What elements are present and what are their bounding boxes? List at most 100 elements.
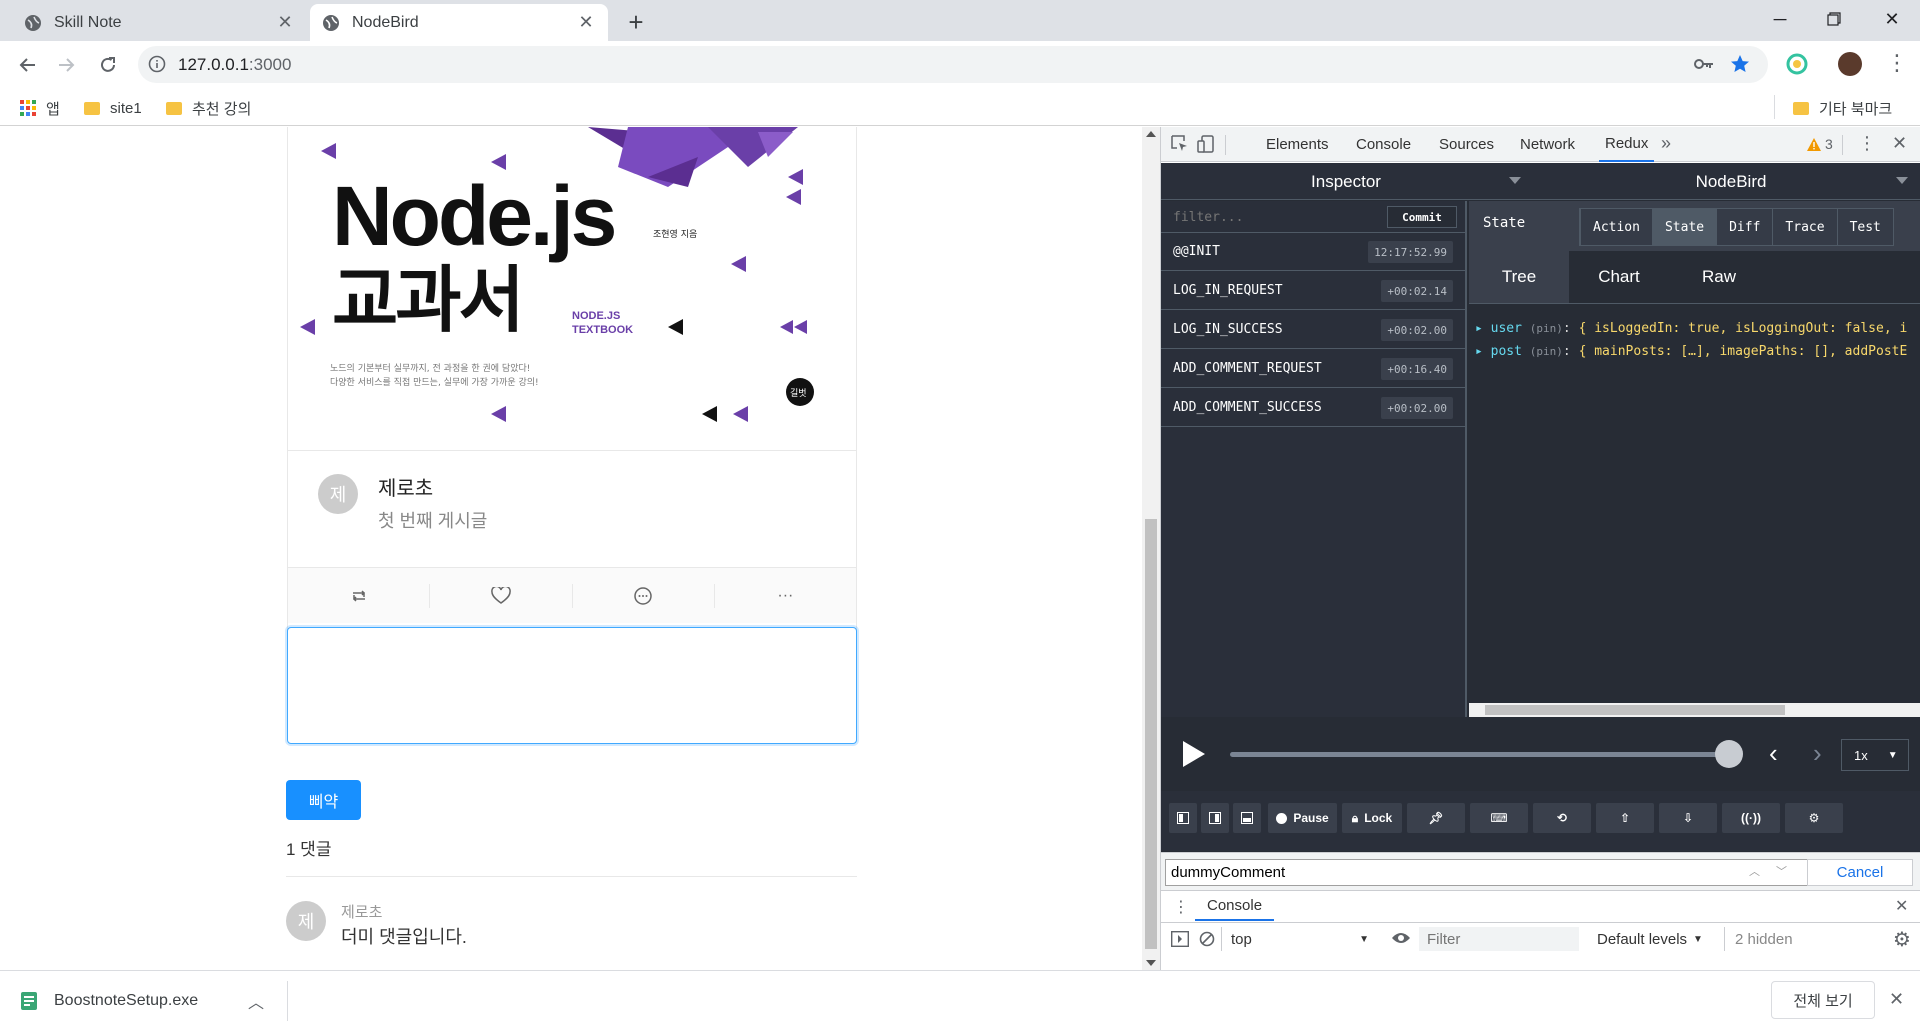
play-icon[interactable]: [1183, 741, 1205, 767]
page-scrollbar[interactable]: [1142, 127, 1160, 970]
retweet-button[interactable]: [288, 583, 431, 608]
settings-button[interactable]: ⚙: [1785, 803, 1843, 833]
tab-skill-note[interactable]: Skill Note ✕: [12, 4, 307, 41]
tab-test[interactable]: Test: [1836, 209, 1893, 245]
warnings-badge[interactable]: 3: [1807, 136, 1833, 152]
cancel-search-button[interactable]: Cancel: [1807, 859, 1913, 886]
tab-trace[interactable]: Trace: [1772, 209, 1837, 245]
time-slider[interactable]: [1230, 752, 1733, 757]
close-icon[interactable]: ✕: [576, 12, 596, 33]
bookmark-site1[interactable]: site1: [84, 95, 142, 121]
bookmark-recommended[interactable]: 추천 강의: [166, 95, 251, 121]
menu-kebab-icon[interactable]: ⋮: [1886, 51, 1908, 75]
slider-handle[interactable]: [1715, 740, 1743, 768]
post-image[interactable]: Node.js 교과서 조현영 지음 NODE.JS TEXTBOOK 노드의 …: [287, 127, 857, 451]
search-input[interactable]: [1165, 859, 1820, 886]
close-icon[interactable]: ✕: [1889, 989, 1904, 1010]
minimize-button[interactable]: ─: [1752, 0, 1808, 38]
chevron-down-icon[interactable]: [1509, 177, 1521, 184]
tab-raw[interactable]: Raw: [1669, 251, 1769, 303]
levels-select[interactable]: Default levels ▼: [1597, 927, 1703, 951]
export-button[interactable]: ⇧: [1596, 803, 1654, 833]
avatar[interactable]: 제: [286, 901, 326, 941]
import-button[interactable]: ⇩: [1659, 803, 1717, 833]
gear-icon[interactable]: ⚙: [1893, 927, 1911, 952]
action-item[interactable]: ADD_COMMENT_REQUEST +00:16.40: [1161, 350, 1465, 388]
tree-node-user[interactable]: ▸ user (pin): { isLoggedIn: true, isLogg…: [1475, 321, 1907, 336]
star-icon[interactable]: [1730, 54, 1750, 74]
dock-bottom-button[interactable]: [1233, 803, 1261, 833]
chevron-up-icon[interactable]: ︿: [248, 989, 264, 1013]
devtools-menu-icon[interactable]: ⋮: [1858, 133, 1876, 154]
avatar[interactable]: 제: [318, 474, 358, 514]
show-all-button[interactable]: 전체 보기: [1771, 981, 1875, 1019]
dock-right-button[interactable]: [1201, 803, 1229, 833]
tab-nodebird[interactable]: NodeBird ✕: [310, 4, 608, 41]
tab-redux[interactable]: Redux: [1599, 127, 1655, 162]
more-tabs-icon[interactable]: »: [1661, 133, 1671, 154]
scroll-down-icon[interactable]: [1146, 960, 1156, 966]
lock-button[interactable]: 🔒︎ Lock: [1342, 803, 1402, 833]
bookmark-other[interactable]: 기타 북마크: [1793, 95, 1892, 121]
close-icon[interactable]: ✕: [275, 12, 295, 33]
tab-state[interactable]: State: [1651, 209, 1717, 245]
drawer-menu-icon[interactable]: ⋮: [1173, 897, 1189, 917]
tab-tree[interactable]: Tree: [1469, 251, 1569, 303]
restore-button[interactable]: [1806, 0, 1862, 38]
close-devtools-icon[interactable]: ✕: [1892, 133, 1907, 154]
chevron-right-icon[interactable]: ›: [1813, 739, 1822, 767]
keyboard-button[interactable]: ⌨: [1470, 803, 1528, 833]
info-icon[interactable]: [148, 55, 166, 73]
submit-comment-button[interactable]: 삐약: [286, 780, 361, 820]
comment-input[interactable]: [287, 627, 857, 744]
commit-button[interactable]: Commit: [1387, 206, 1457, 228]
tab-diff[interactable]: Diff: [1716, 209, 1773, 245]
device-toolbar-icon[interactable]: [1197, 135, 1215, 153]
scroll-up-icon[interactable]: [1146, 131, 1156, 137]
close-window-button[interactable]: ✕: [1864, 0, 1920, 38]
remote-button[interactable]: ((·)): [1722, 803, 1780, 833]
comment-button[interactable]: [573, 583, 715, 608]
horizontal-scrollbar[interactable]: [1469, 703, 1920, 717]
scrollbar-thumb[interactable]: [1145, 519, 1157, 949]
tab-network[interactable]: Network: [1520, 127, 1575, 162]
action-item[interactable]: LOG_IN_SUCCESS +00:02.00: [1161, 311, 1465, 349]
persist-button[interactable]: ⟲: [1533, 803, 1591, 833]
action-item[interactable]: LOG_IN_REQUEST +00:02.14: [1161, 272, 1465, 310]
download-item[interactable]: BoostnoteSetup.exe: [20, 989, 198, 1013]
sidebar-toggle-icon[interactable]: [1171, 931, 1189, 947]
forward-button[interactable]: [50, 49, 82, 81]
tab-chart[interactable]: Chart: [1569, 251, 1669, 303]
close-drawer-icon[interactable]: ✕: [1895, 896, 1908, 916]
scrollbar-thumb[interactable]: [1485, 705, 1785, 715]
filter-input[interactable]: [1161, 201, 1381, 233]
console-filter-input[interactable]: [1419, 927, 1579, 951]
tab-console[interactable]: Console: [1356, 127, 1411, 162]
address-bar[interactable]: 127.0.0.1:3000: [138, 46, 1768, 83]
pin-button[interactable]: 📌︎: [1407, 803, 1465, 833]
back-button[interactable]: [12, 49, 44, 81]
bookmark-apps[interactable]: 앱: [20, 95, 60, 121]
pause-button[interactable]: Pause: [1268, 803, 1337, 833]
chevron-down-icon[interactable]: ﹀: [1776, 863, 1787, 879]
chevron-down-icon[interactable]: [1896, 177, 1908, 184]
tab-action[interactable]: Action: [1580, 209, 1652, 245]
action-item[interactable]: ADD_COMMENT_SUCCESS +00:02.00: [1161, 389, 1465, 427]
monitor-select[interactable]: Inspector: [1161, 163, 1531, 200]
like-button[interactable]: [430, 583, 573, 608]
clear-console-icon[interactable]: [1199, 931, 1215, 947]
tab-sources[interactable]: Sources: [1439, 127, 1494, 162]
tab-elements[interactable]: Elements: [1266, 127, 1329, 162]
key-icon[interactable]: [1694, 55, 1714, 73]
inspect-element-icon[interactable]: [1171, 135, 1189, 153]
reload-button[interactable]: [92, 49, 124, 81]
extension-icon[interactable]: [1786, 53, 1808, 75]
new-tab-button[interactable]: +: [620, 6, 652, 38]
chevron-left-icon[interactable]: ‹: [1769, 739, 1778, 767]
instance-select[interactable]: NodeBird: [1541, 163, 1920, 200]
context-select[interactable]: top ▼: [1225, 927, 1375, 951]
dock-left-button[interactable]: [1169, 803, 1197, 833]
profile-avatar[interactable]: [1838, 52, 1862, 76]
more-button[interactable]: ···: [715, 584, 856, 608]
speed-select[interactable]: 1x ▼: [1841, 739, 1909, 771]
